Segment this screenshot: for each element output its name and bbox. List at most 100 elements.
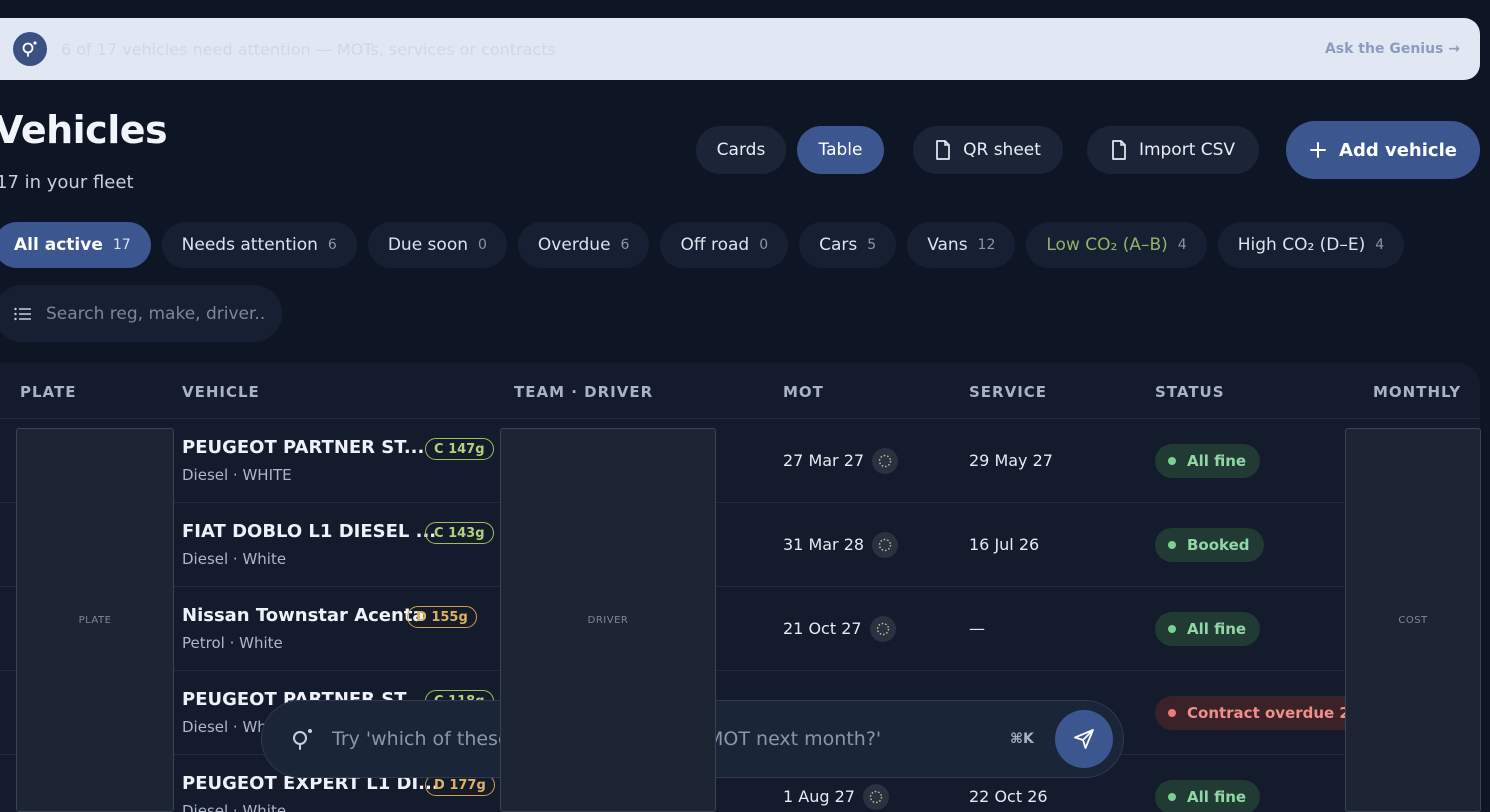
- document-icon: [936, 140, 950, 160]
- attention-banner[interactable]: 6 of 17 vehicles need attention — MOTs, …: [0, 18, 1480, 80]
- send-icon: [1074, 729, 1094, 749]
- column-vehicle[interactable]: VEHICLE: [182, 383, 260, 401]
- filter-label: Off road: [680, 235, 750, 255]
- filter-count: 6: [327, 237, 337, 253]
- service-date: 16 Jul 26: [969, 535, 1040, 554]
- service-date: 29 May 27: [969, 451, 1053, 470]
- vehicle-details: Diesel · White: [182, 550, 287, 568]
- import-csv-button[interactable]: Import CSV: [1087, 126, 1259, 174]
- vehicle-details: Diesel · WHITE: [182, 466, 292, 484]
- vehicle-name: PEUGEOT PARTNER ST...: [182, 437, 425, 458]
- column-team-driver[interactable]: TEAM · DRIVER: [514, 383, 653, 401]
- co2-badge: D 155g: [407, 606, 477, 628]
- qr-sheet-button[interactable]: QR sheet: [913, 126, 1063, 174]
- view-cards-button[interactable]: Cards: [696, 126, 786, 174]
- table-row[interactable]: FIAT DOBLO L1 DIESEL ... C 143g Diesel ·…: [0, 503, 1480, 587]
- co2-badge: C 147g: [425, 438, 494, 460]
- status-label: Contract overdue 269: [1187, 704, 1371, 722]
- status-dot: [1168, 625, 1176, 633]
- filter-label: Due soon: [387, 235, 468, 255]
- column-status[interactable]: STATUS: [1155, 383, 1225, 401]
- filter-chips: All active 17 Needs attention 6 Due soon 0 …: [0, 222, 1405, 268]
- page-title: Vehicles: [0, 108, 168, 152]
- filter-count: 4: [1375, 237, 1385, 253]
- import-csv-label: Import CSV: [1138, 140, 1236, 160]
- table-row[interactable]: Nissan Townstar Acenta D 155g Petrol · W…: [0, 587, 1480, 671]
- filter-due-soon[interactable]: Due soon 0: [367, 222, 507, 268]
- status-label: All fine: [1187, 620, 1247, 638]
- filter-count: 0: [478, 237, 487, 253]
- page-subtitle: 17 in your fleet: [0, 172, 134, 193]
- add-vehicle-button[interactable]: Add vehicle: [1286, 121, 1480, 179]
- filter-label: Vans: [927, 235, 968, 255]
- vehicle-details: Diesel · White: [182, 802, 287, 812]
- search-input[interactable]: [46, 303, 266, 324]
- filter-label: Overdue: [537, 235, 611, 255]
- filter-vans[interactable]: Vans 12: [907, 222, 1016, 268]
- filter-count: 4: [1177, 237, 1187, 253]
- column-plate[interactable]: PLATE: [20, 383, 76, 401]
- filter-count: 6: [620, 237, 630, 253]
- document-icon: [1112, 140, 1126, 160]
- add-vehicle-label: Add vehicle: [1339, 139, 1457, 161]
- ask-genius-link[interactable]: Ask the Genius →: [1325, 41, 1460, 57]
- loading-icon: [870, 616, 896, 642]
- filter-cars[interactable]: Cars 5: [799, 222, 897, 268]
- plus-icon: [1310, 142, 1327, 158]
- filter-label: Cars: [819, 235, 858, 255]
- mot-date: 21 Oct 27: [783, 619, 862, 638]
- filter-label: Needs attention: [181, 235, 318, 255]
- filter-all-active[interactable]: All active 17: [0, 222, 151, 268]
- qr-sheet-label: QR sheet: [963, 140, 1041, 160]
- plate-image-placeholder: PLATE: [16, 428, 174, 812]
- cost-image-placeholder: COST: [1345, 428, 1481, 812]
- status-badge: Booked: [1155, 528, 1264, 562]
- status-dot: [1168, 457, 1176, 465]
- banner-text: 6 of 17 vehicles need attention — MOTs, …: [61, 39, 556, 59]
- filter-label: High CO₂ (D–E): [1237, 235, 1366, 255]
- filter-count: 12: [977, 237, 996, 253]
- column-service[interactable]: SERVICE: [969, 383, 1047, 401]
- status-badge: All fine: [1155, 612, 1261, 646]
- status-dot: [1168, 709, 1176, 717]
- status-dot: [1168, 541, 1176, 549]
- status-label: Booked: [1187, 536, 1250, 554]
- loading-icon: [863, 784, 889, 810]
- search-box[interactable]: [0, 285, 282, 342]
- filter-high-co2[interactable]: High CO₂ (D–E) 4: [1217, 222, 1405, 268]
- service-date: —: [969, 619, 985, 638]
- vehicle-name: Nissan Townstar Acenta: [182, 605, 425, 626]
- loading-icon: [872, 448, 898, 474]
- filter-count: 0: [759, 237, 769, 253]
- filter-count: 17: [112, 237, 131, 253]
- view-table-button[interactable]: Table: [797, 126, 884, 174]
- table-row[interactable]: PEUGEOT PARTNER ST... C 147g Diesel · WH…: [0, 419, 1480, 503]
- vehicle-details: Petrol · White: [182, 634, 283, 652]
- loading-icon: [872, 532, 898, 558]
- status-dot: [1168, 793, 1176, 801]
- filter-overdue[interactable]: Overdue 6: [517, 222, 650, 268]
- send-button[interactable]: [1055, 710, 1113, 768]
- filter-needs-attention[interactable]: Needs attention 6: [161, 222, 357, 268]
- status-label: All fine: [1187, 788, 1247, 806]
- shortcut-hint: ⌘K: [1010, 731, 1034, 747]
- table-header: PLATE VEHICLE TEAM · DRIVER MOT SERVICE …: [0, 363, 1480, 419]
- filter-label: All active: [14, 235, 103, 255]
- filter-off-road[interactable]: Off road 0: [660, 222, 789, 268]
- co2-badge: C 143g: [425, 522, 494, 544]
- status-badge: All fine: [1155, 444, 1261, 478]
- filter-label: Low CO₂ (A–B): [1046, 235, 1168, 255]
- filter-low-co2[interactable]: Low CO₂ (A–B) 4: [1026, 222, 1207, 268]
- vehicle-name: FIAT DOBLO L1 DIESEL ...: [182, 521, 437, 542]
- driver-image-placeholder: DRIVER: [500, 428, 716, 812]
- mot-date: 1 Aug 27: [783, 787, 855, 806]
- status-badge: All fine: [1155, 780, 1261, 812]
- column-mot[interactable]: MOT: [783, 383, 824, 401]
- column-monthly[interactable]: MONTHLY: [1373, 383, 1461, 401]
- list-icon: [14, 307, 31, 320]
- mot-date: 27 Mar 27: [783, 451, 865, 470]
- mot-date: 31 Mar 28: [783, 535, 865, 554]
- status-label: All fine: [1187, 452, 1247, 470]
- filter-count: 5: [867, 237, 877, 253]
- genius-icon: [13, 32, 47, 66]
